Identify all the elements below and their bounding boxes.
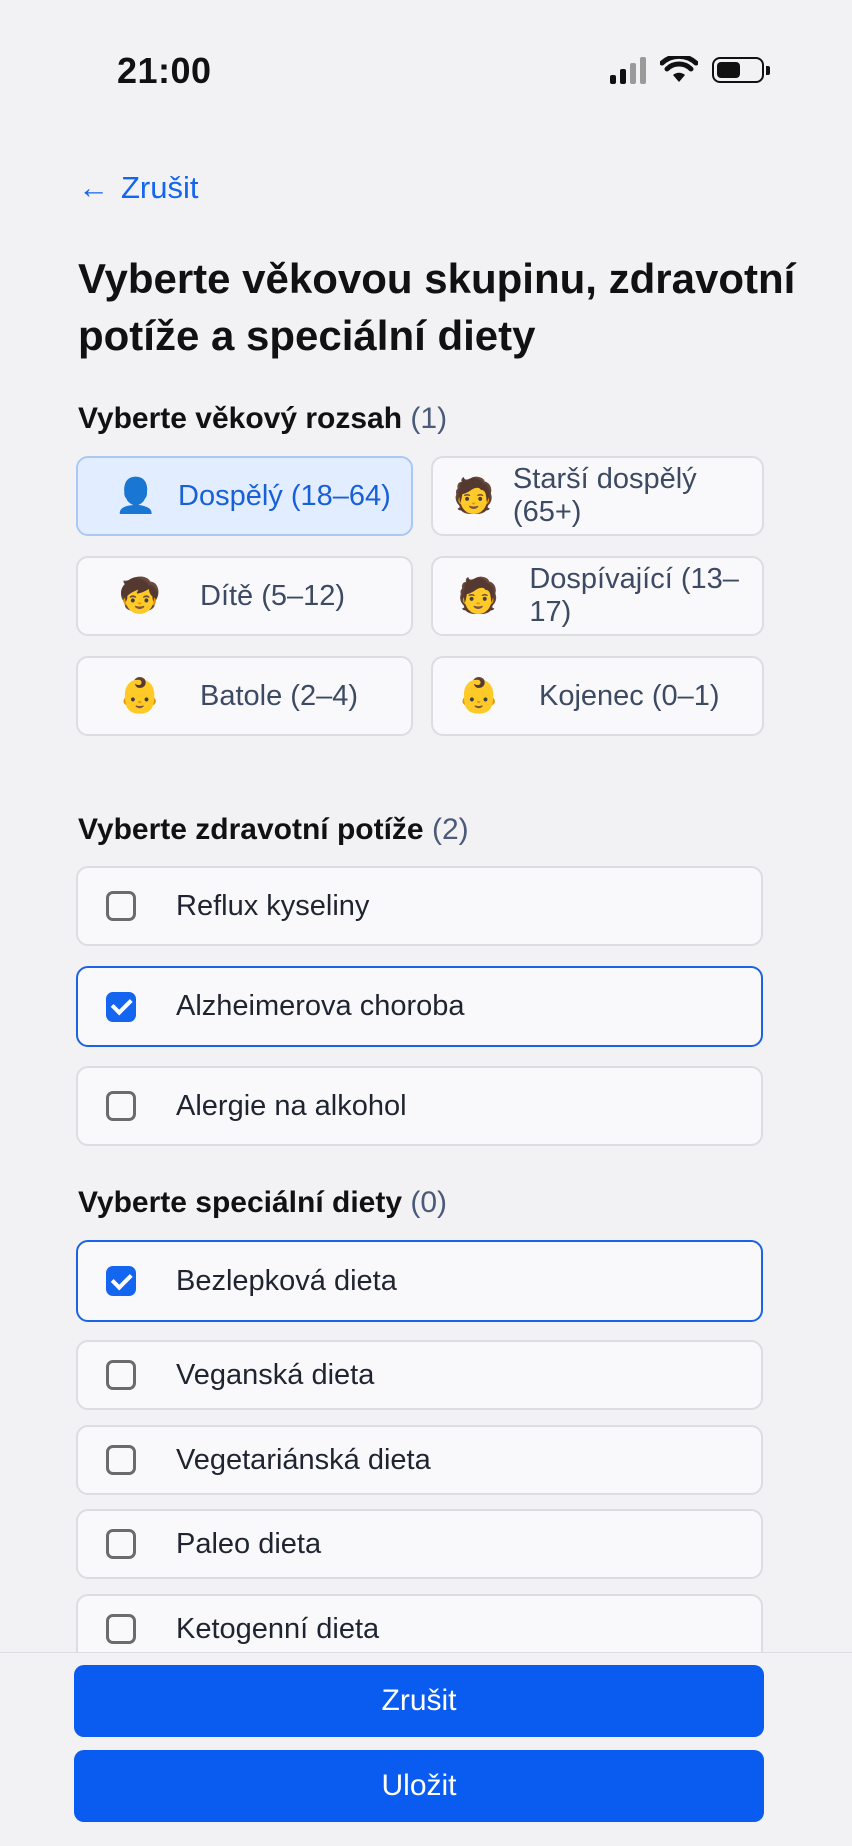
diet-count: (0) xyxy=(410,1186,448,1219)
health-count: (2) xyxy=(431,813,469,846)
checkbox-unchecked-icon[interactable] xyxy=(106,1529,136,1559)
back-arrow-icon: ← xyxy=(78,170,109,205)
page-title: Vyberte věkovou skupinu, zdravotní potíž… xyxy=(78,255,796,359)
checkbox-checked-icon[interactable] xyxy=(106,991,136,1022)
baby-face-icon: 👶 xyxy=(457,677,501,715)
health-section-title: Vyberte zdravotní potíže (2) xyxy=(78,813,469,846)
checkbox-unchecked-icon[interactable] xyxy=(106,1614,136,1644)
footer-actions: Zrušit Uložit xyxy=(0,1652,852,1846)
diet-item-gluten-free[interactable]: Bezlepková dieta xyxy=(76,1240,763,1322)
diet-item-vegetarian[interactable]: Vegetariánská dieta xyxy=(76,1425,763,1495)
toddler-face-icon: 👶 xyxy=(118,677,162,715)
status-bar: 21:00 xyxy=(0,0,852,130)
age-count: (1) xyxy=(410,402,448,435)
senior-face-icon: 🧑 xyxy=(452,477,496,515)
child-face-icon: 🧒 xyxy=(118,577,162,615)
age-chip-infant[interactable]: 👶 Kojenec (0–1) xyxy=(431,656,764,736)
status-icons xyxy=(610,56,770,84)
age-chip-toddler[interactable]: 👶 Batole (2–4) xyxy=(76,656,413,736)
battery-icon xyxy=(712,57,770,83)
checkbox-unchecked-icon[interactable] xyxy=(106,1360,136,1390)
screen: 21:00 ← Zrušit Vyberte věkovou skupinu, … xyxy=(0,0,852,1846)
health-item-alcohol-allergy[interactable]: Alergie na alkohol xyxy=(76,1066,763,1146)
health-item-alzheimer[interactable]: Alzheimerova choroba xyxy=(76,966,763,1047)
back-label: Zrušit xyxy=(121,170,199,205)
person-silhouette-icon: 👤 xyxy=(114,477,158,515)
checkbox-unchecked-icon[interactable] xyxy=(106,891,136,921)
teen-face-icon: 🧑 xyxy=(457,577,500,615)
checkbox-unchecked-icon[interactable] xyxy=(106,1445,136,1475)
save-button[interactable]: Uložit xyxy=(74,1750,764,1822)
age-group-grid: 👤 Dospělý (18–64) 🧑 Starší dospělý (65+)… xyxy=(76,456,764,736)
checkbox-checked-icon[interactable] xyxy=(106,1266,136,1296)
checkbox-unchecked-icon[interactable] xyxy=(106,1091,136,1121)
age-chip-senior[interactable]: 🧑 Starší dospělý (65+) xyxy=(431,456,764,536)
age-chip-adult[interactable]: 👤 Dospělý (18–64) xyxy=(76,456,413,536)
diet-section-title: Vyberte speciální diety (0) xyxy=(78,1186,448,1219)
cancel-button[interactable]: Zrušit xyxy=(74,1665,764,1737)
cellular-signal-icon xyxy=(610,56,646,84)
diet-item-paleo[interactable]: Paleo dieta xyxy=(76,1509,763,1579)
age-chip-child[interactable]: 🧒 Dítě (5–12) xyxy=(76,556,413,636)
status-time: 21:00 xyxy=(117,50,212,91)
wifi-icon xyxy=(660,56,698,82)
age-section-title: Vyberte věkový rozsah (1) xyxy=(78,402,448,435)
health-item-reflux[interactable]: Reflux kyseliny xyxy=(76,866,763,946)
back-cancel-link[interactable]: ← Zrušit xyxy=(78,170,199,206)
diet-item-vegan[interactable]: Veganská dieta xyxy=(76,1340,763,1410)
age-chip-teen[interactable]: 🧑 Dospívající (13–17) xyxy=(431,556,764,636)
